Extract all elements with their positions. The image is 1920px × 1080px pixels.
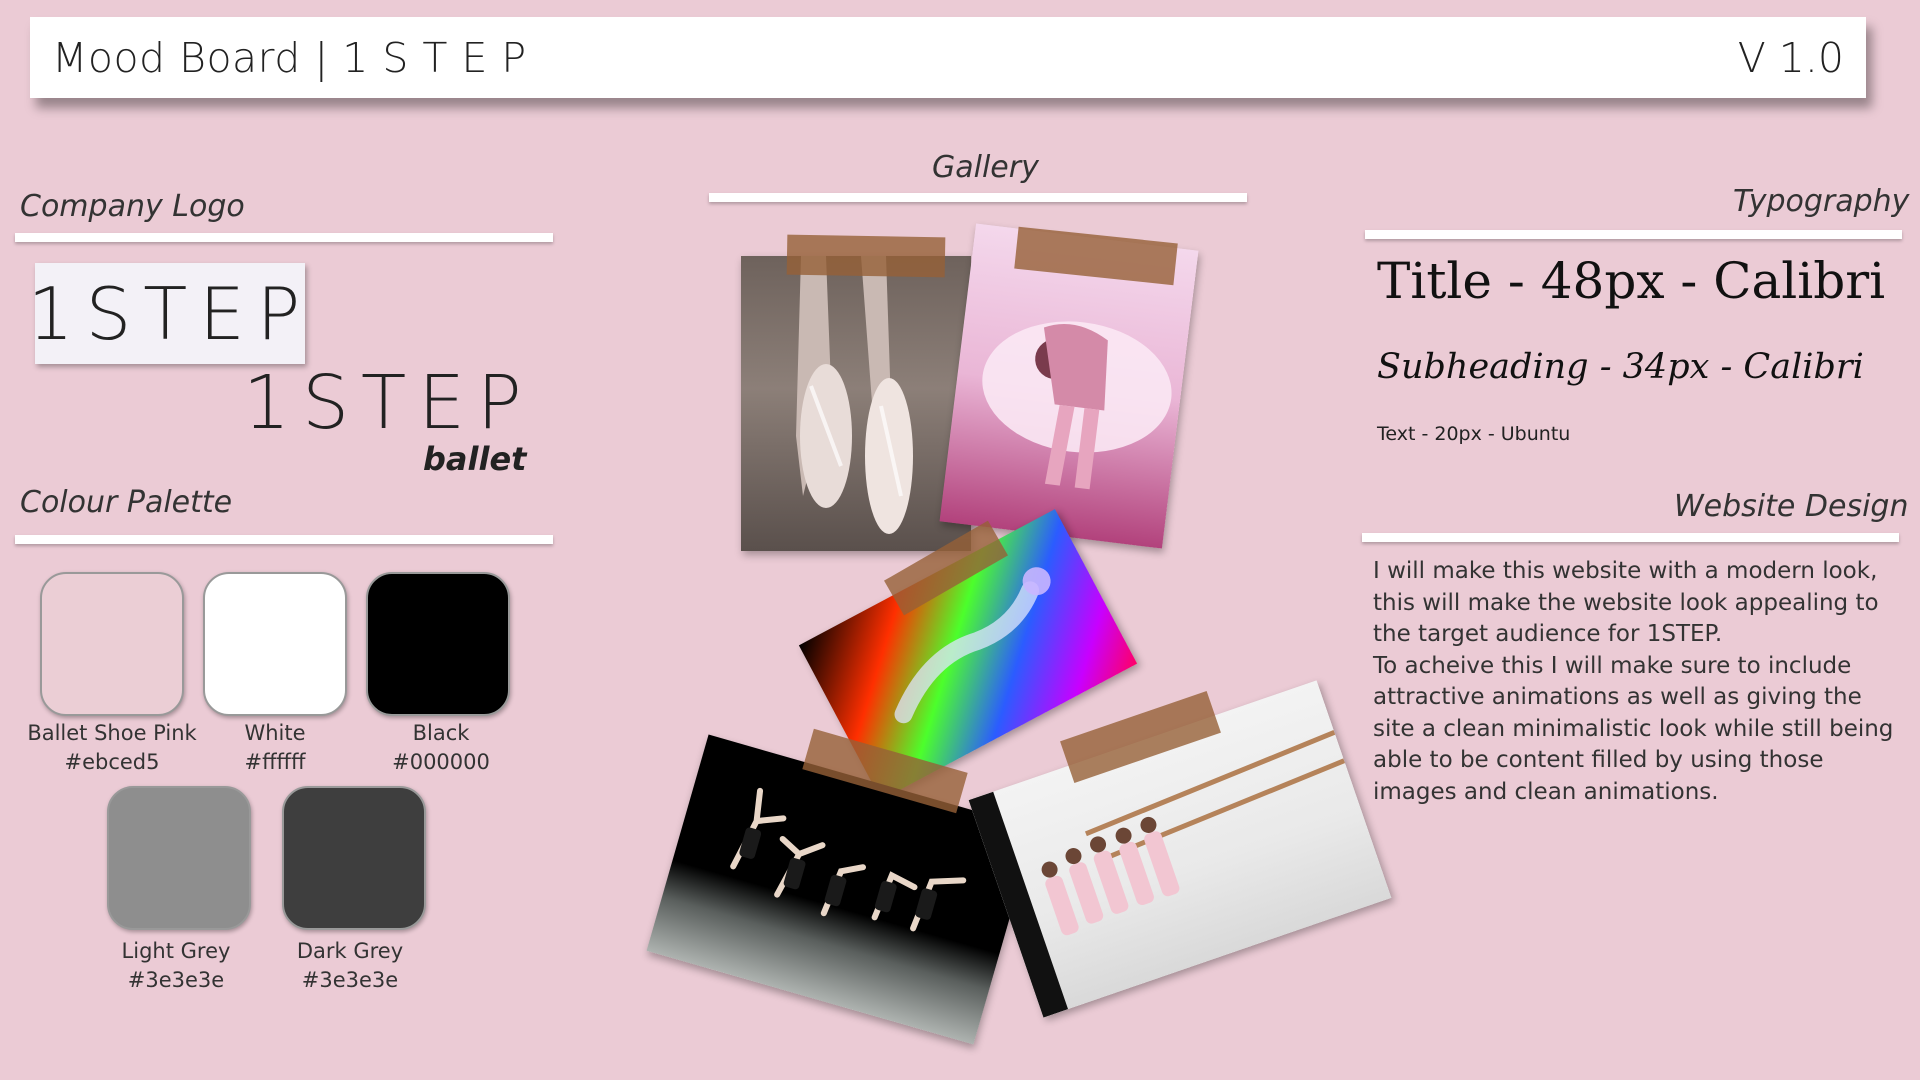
company-logo-divider	[15, 233, 553, 242]
website-design-divider	[1362, 533, 1899, 542]
logo-secondary-subtitle: ballet	[423, 440, 527, 478]
swatch-name: Light Grey	[121, 939, 231, 963]
company-logo-heading: Company Logo	[20, 189, 245, 224]
logo-secondary: 1STEP	[243, 360, 534, 446]
typography-divider	[1365, 230, 1902, 239]
pointe-shoes-illustration	[796, 256, 913, 534]
swatch-name: Black	[412, 721, 470, 745]
stage-dancers-photo	[646, 734, 1036, 1045]
colour-palette-divider	[15, 535, 553, 544]
typography-heading: Typography	[1733, 184, 1910, 219]
swatch-black	[366, 572, 510, 716]
swatch-name: White	[244, 721, 306, 745]
swatch-label-dark-grey: Dark Grey #3e3e3e	[255, 937, 445, 995]
version-label: V 1.0	[1737, 33, 1844, 82]
swatch-hex: #000000	[392, 750, 490, 774]
swatch-label-black: Black #000000	[346, 719, 536, 777]
swatch-hex: #3e3e3e	[127, 968, 225, 992]
swatch-hex: #ffffff	[244, 750, 306, 774]
swatch-white	[203, 572, 347, 716]
swatch-light-grey	[107, 786, 251, 930]
swatch-label-ballet-shoe-pink: Ballet Shoe Pink #ebced5	[17, 719, 207, 777]
typography-text-sample: Text - 20px - Ubuntu	[1377, 423, 1571, 445]
pointe-shoes-photo	[741, 256, 971, 551]
website-design-paragraph: I will make this website with a modern l…	[1373, 558, 1894, 805]
swatch-ballet-shoe-pink	[40, 572, 184, 716]
tape-strip	[786, 234, 946, 278]
typography-subheading-sample: Subheading - 34px - Calibri	[1377, 347, 1864, 387]
logo-primary: 1STEP	[28, 263, 305, 364]
swatch-dark-grey	[282, 786, 426, 930]
swatch-name: Dark Grey	[296, 939, 404, 963]
stage-dancers-illustration	[730, 787, 967, 932]
gallery-divider	[709, 193, 1247, 202]
swatch-label-light-grey: Light Grey #3e3e3e	[81, 937, 271, 995]
swatch-label-white: White #ffffff	[180, 719, 370, 777]
website-design-heading: Website Design	[1674, 489, 1909, 524]
gallery-heading: Gallery	[932, 150, 1039, 185]
colour-palette-heading: Colour Palette	[20, 485, 233, 520]
swatch-hex: #ebced5	[64, 750, 160, 774]
typography-title-sample: Title - 48px - Calibri	[1377, 252, 1886, 310]
header-bar: Mood Board | 1 S T E P V 1.0	[30, 17, 1866, 98]
logo-primary-text: 1STEP	[27, 271, 313, 356]
swatch-hex: #3e3e3e	[301, 968, 399, 992]
swatch-name: Ballet Shoe Pink	[27, 721, 197, 745]
page-title: Mood Board | 1 S T E P	[52, 33, 527, 82]
